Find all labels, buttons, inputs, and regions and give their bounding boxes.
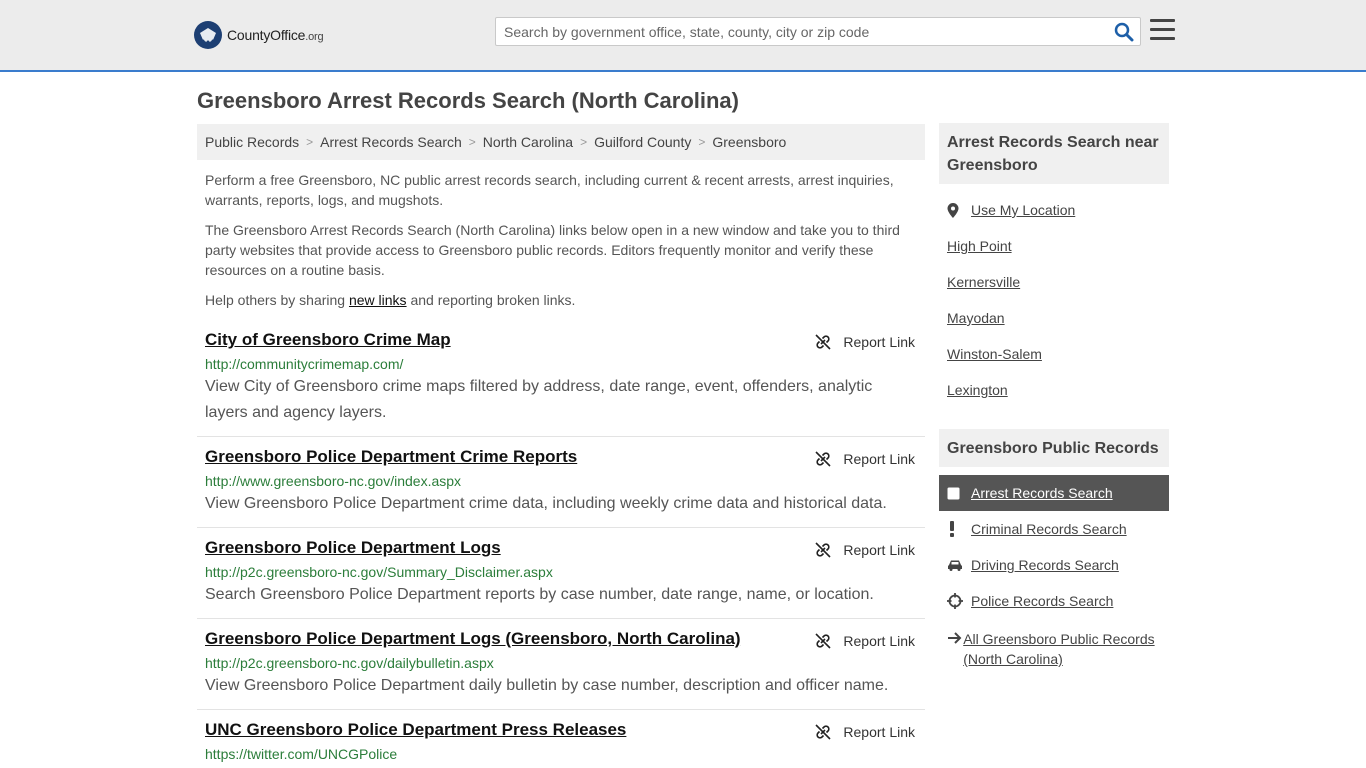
logo-badge-icon [194,21,222,49]
map-pin-icon [947,202,971,218]
nearby-city-link[interactable]: Kernersville [947,274,1020,290]
sidebar-item-criminal-records[interactable]: Criminal Records Search [947,521,1127,537]
sidebar-nearby-title: Arrest Records Search near Greensboro [939,123,1169,184]
result-item: City of Greensboro Crime Map Report Link… [197,330,925,437]
all-public-records-link[interactable]: All Greensboro Public Records (North Car… [947,629,1162,669]
report-link-button[interactable]: Report Link [815,451,915,467]
site-header: CountyOffice.org [0,0,1366,72]
breadcrumb-county[interactable]: Guilford County [594,134,691,150]
result-item: UNC Greensboro Police Department Press R… [197,720,925,768]
chevron-right-icon: > [698,135,706,149]
sidebar-records-title: Greensboro Public Records [939,429,1169,467]
result-title-link[interactable]: Greensboro Police Department Logs (Green… [205,629,741,649]
report-link-button[interactable]: Report Link [815,334,915,350]
sidebar-item-police-records[interactable]: Police Records Search [947,593,1113,609]
chevron-right-icon: > [468,135,476,149]
broken-link-icon [815,633,831,649]
chevron-right-icon: > [306,135,314,149]
breadcrumb-state[interactable]: North Carolina [483,134,573,150]
use-my-location-link[interactable]: Use My Location [947,202,1075,218]
report-link-button[interactable]: Report Link [815,542,915,558]
breadcrumb-public-records[interactable]: Public Records [205,134,299,150]
chevron-right-icon: > [580,135,588,149]
result-title-link[interactable]: Greensboro Police Department Logs [205,538,501,558]
result-description: Search Greensboro Police Department repo… [205,586,874,603]
sidebar-item-driving-records[interactable]: Driving Records Search [947,557,1119,573]
result-description: View City of Greensboro crime maps filte… [205,378,873,421]
search-box [495,17,1141,46]
broken-link-icon [815,724,831,740]
result-url: http://p2c.greensboro-nc.gov/Summary_Dis… [205,564,553,580]
result-description: View Greensboro Police Department crime … [205,495,887,512]
intro-paragraph: Perform a free Greensboro, NC public arr… [205,172,894,208]
nearby-city-link[interactable]: Lexington [947,382,1008,398]
result-description: View Greensboro Police Department daily … [205,677,889,694]
result-item: Greensboro Police Department Crime Repor… [197,447,925,528]
broken-link-icon [815,334,831,350]
site-logo[interactable]: CountyOffice.org [194,20,324,50]
crosshair-icon [947,593,971,609]
report-link-button[interactable]: Report Link [815,633,915,649]
result-title-link[interactable]: UNC Greensboro Police Department Press R… [205,720,626,740]
logo-text: CountyOffice.org [227,27,324,43]
nearby-city-link[interactable]: Mayodan [947,310,1005,326]
exclamation-icon [947,521,971,537]
breadcrumb-city[interactable]: Greensboro [712,134,786,150]
new-links-link[interactable]: new links [349,292,407,308]
report-link-button[interactable]: Report Link [815,724,915,740]
broken-link-icon [815,451,831,467]
page-title: Greensboro Arrest Records Search (North … [197,88,739,113]
arrow-right-icon [947,629,963,669]
result-item: Greensboro Police Department Logs Report… [197,538,925,619]
search-icon[interactable] [1114,22,1134,42]
result-url: https://twitter.com/UNCGPolice [205,746,398,762]
nearby-city-link[interactable]: Winston-Salem [947,346,1042,362]
disclaimer-paragraph: The Greensboro Arrest Records Search (No… [205,222,900,278]
result-url: http://www.greensboro-nc.gov/index.aspx [205,473,462,489]
car-icon [947,559,971,571]
hamburger-menu-icon[interactable] [1150,19,1176,43]
nearby-city-link[interactable]: High Point [947,238,1012,254]
breadcrumb: Public Records > Arrest Records Search > N… [197,124,925,160]
result-title-link[interactable]: City of Greensboro Crime Map [205,330,451,350]
result-url: http://communitycrimemap.com/ [205,356,404,372]
broken-link-icon [815,542,831,558]
share-paragraph: Help others by sharing new links and rep… [205,292,576,308]
sidebar-item-arrest-records[interactable]: Arrest Records Search [939,475,1169,511]
result-url: http://p2c.greensboro-nc.gov/dailybullet… [205,655,494,671]
result-item: Greensboro Police Department Logs (Green… [197,629,925,710]
square-icon [947,487,971,500]
breadcrumb-arrest-records[interactable]: Arrest Records Search [320,134,462,150]
search-input[interactable] [496,18,1106,45]
result-title-link[interactable]: Greensboro Police Department Crime Repor… [205,447,577,467]
